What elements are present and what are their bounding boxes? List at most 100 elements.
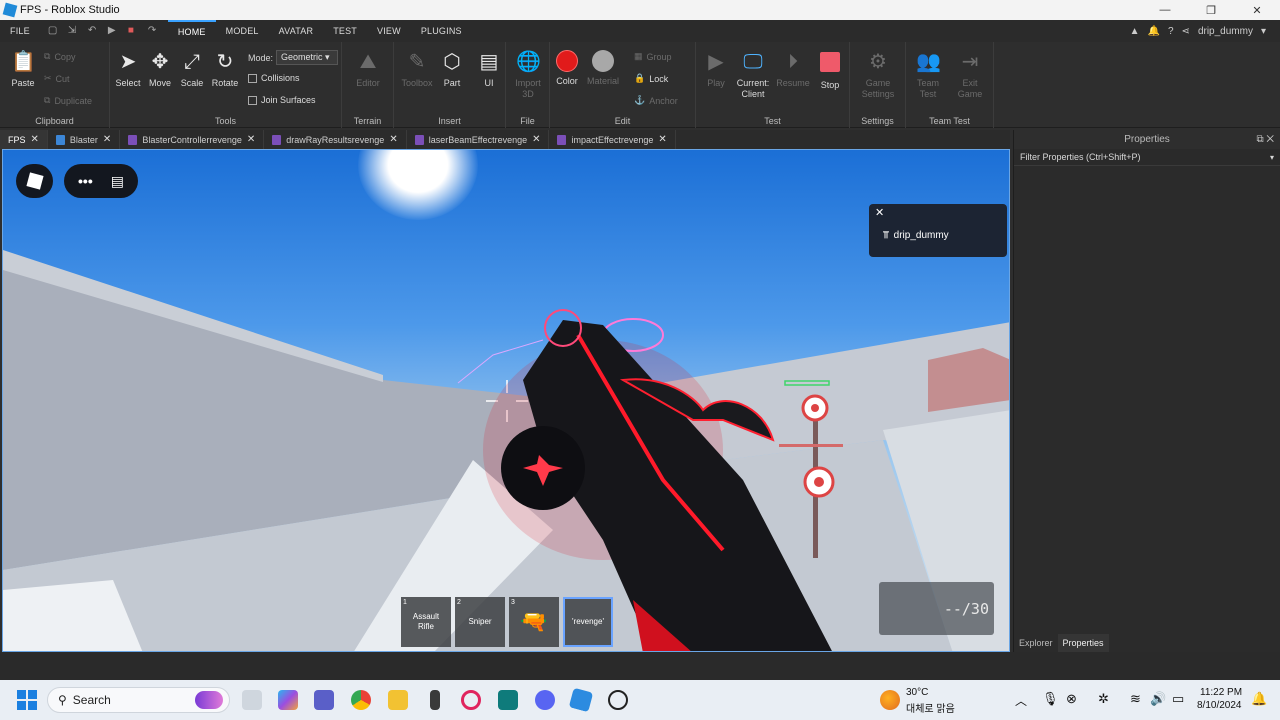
new-file-icon[interactable]: ▢ — [48, 25, 60, 37]
hotbar-slot-2[interactable]: 2 Sniper — [455, 597, 505, 647]
close-icon[interactable]: ✕ — [103, 134, 111, 145]
chrome-icon[interactable] — [351, 690, 371, 710]
import-3d-button[interactable]: 🌐 Import 3D — [508, 50, 548, 100]
redo-icon[interactable]: ↷ — [148, 25, 160, 37]
duplicate-button[interactable]: ⧉ Duplicate — [44, 95, 92, 106]
play-button[interactable]: ▶ Play — [696, 50, 736, 89]
roblox-menu-button[interactable] — [16, 164, 53, 198]
close-icon[interactable]: ✕ — [31, 134, 39, 145]
task-view-icon[interactable] — [242, 690, 262, 710]
app-icon[interactable] — [430, 690, 440, 710]
exit-game-button[interactable]: ⇥ Exit Game — [950, 50, 990, 100]
copy-button[interactable]: ⧉ Copy — [44, 51, 75, 62]
weather-icon[interactable] — [880, 690, 900, 710]
close-icon[interactable]: ✕ — [658, 134, 666, 145]
popout-icon[interactable]: ⧉ — [1256, 134, 1263, 145]
join-surfaces-checkbox[interactable] — [248, 95, 257, 105]
game-settings-button[interactable]: ⚙ Game Settings — [858, 50, 898, 100]
close-icon[interactable]: ✕ — [875, 206, 884, 219]
battery-icon[interactable]: ▭ — [1172, 691, 1184, 707]
play-quick-icon[interactable]: ▶ — [108, 25, 120, 37]
tab-plugins[interactable]: PLUGINS — [411, 26, 472, 36]
cut-button[interactable]: ✂ Cut — [44, 73, 70, 84]
close-button[interactable]: ✕ — [1234, 4, 1280, 17]
hotbar-slot-3[interactable]: 3 🔫 — [509, 597, 559, 647]
join-surfaces-toggle[interactable]: Join Surfaces — [248, 95, 316, 105]
tab-explorer[interactable]: Explorer — [1014, 634, 1058, 652]
tab-blastercontroller[interactable]: BlasterControllerrevenge ✕ — [120, 130, 265, 149]
user-name[interactable]: drip_dummy — [1198, 26, 1253, 37]
stop-button[interactable]: Stop — [810, 50, 850, 91]
clock-time[interactable]: 11:22 PM — [1200, 687, 1242, 698]
tab-model[interactable]: MODEL — [216, 26, 269, 36]
more-options-icon[interactable]: ••• — [78, 173, 93, 189]
collisions-checkbox[interactable] — [248, 73, 257, 83]
discord-icon[interactable] — [535, 690, 555, 710]
roblox-studio-taskbar-icon[interactable] — [568, 687, 594, 713]
notifications-icon[interactable]: 🔔 — [1148, 26, 1160, 37]
collapse-ribbon-icon[interactable]: ▲ — [1130, 26, 1140, 37]
tab-drawrayresults[interactable]: drawRayResultsrevenge ✕ — [264, 130, 407, 149]
chat-icon[interactable]: ▤ — [111, 173, 124, 190]
tab-view[interactable]: VIEW — [367, 26, 411, 36]
resume-button[interactable]: ⏵ Resume — [773, 50, 813, 89]
copilot-icon[interactable] — [278, 690, 298, 710]
tab-home[interactable]: HOME — [167, 20, 216, 42]
material-button[interactable]: Material — [583, 50, 623, 87]
file-explorer-icon[interactable] — [388, 690, 408, 710]
mode-value[interactable]: Geometric ▾ — [276, 50, 339, 65]
wifi-icon[interactable]: ≋ — [1130, 691, 1141, 707]
share-icon[interactable]: ⋖ — [1182, 26, 1190, 37]
help-icon[interactable]: ? — [1168, 26, 1174, 37]
close-icon[interactable]: ✕ — [532, 134, 540, 145]
tab-avatar[interactable]: AVATAR — [269, 26, 324, 36]
obs-icon[interactable] — [608, 690, 628, 710]
current-client-button[interactable]: 🖵 Current: Client — [733, 50, 773, 100]
tab-blaster[interactable]: Blaster ✕ — [48, 130, 121, 149]
filter-properties-input[interactable]: Filter Properties (Ctrl+Shift+P) ▾ — [1014, 149, 1280, 166]
ui-button[interactable]: ▤ UI — [469, 50, 509, 89]
app-teal-icon[interactable] — [498, 690, 518, 710]
tab-fps[interactable]: FPS ✕ — [0, 130, 48, 149]
hotbar-slot-1[interactable]: 1 Assault Rifle — [401, 597, 451, 647]
collisions-toggle[interactable]: Collisions — [248, 73, 300, 83]
more-chat-buttons[interactable]: ••• ▤ — [64, 164, 138, 198]
chevron-down-icon[interactable]: ▾ — [1261, 26, 1266, 37]
tab-impacteffect[interactable]: impactEffectrevenge ✕ — [549, 130, 676, 149]
tab-laserbeameffect[interactable]: laserBeamEffectrevenge ✕ — [407, 130, 550, 149]
stop-quick-icon[interactable]: ■ — [128, 25, 140, 37]
color-button[interactable]: Color — [547, 50, 587, 87]
close-icon[interactable]: ✕ — [389, 134, 397, 145]
clock-date[interactable]: 8/10/2024 — [1197, 700, 1242, 711]
opera-icon[interactable] — [461, 690, 481, 710]
tab-properties[interactable]: Properties — [1057, 634, 1109, 652]
volume-icon[interactable]: 🔊 — [1150, 691, 1166, 707]
paste-button[interactable]: 📋 Paste — [3, 50, 43, 89]
microphone-icon[interactable]: 🎙 — [1042, 691, 1059, 707]
notification-bell-icon[interactable]: 🔔 — [1251, 691, 1267, 707]
lock-button[interactable]: 🔒 Lock — [634, 73, 668, 84]
teams-icon[interactable] — [314, 690, 334, 710]
bug-icon[interactable]: ✲ — [1098, 691, 1109, 707]
chevron-down-icon[interactable]: ▾ — [1270, 149, 1274, 166]
windows-start-icon[interactable] — [17, 690, 37, 710]
toolbox-button[interactable]: ✎ Toolbox — [397, 50, 437, 89]
undo-icon[interactable]: ↶ — [88, 25, 100, 37]
game-viewport[interactable]: ••• ▤ ✕ ⫪ drip_dummy 1 Assault Rifle 2 S… — [2, 149, 1010, 652]
xbox-icon[interactable]: ⊗ — [1066, 691, 1077, 707]
terrain-editor-button[interactable]: ⛰ Editor — [348, 50, 388, 89]
anchor-button[interactable]: ⚓ Anchor — [634, 95, 678, 106]
minimize-button[interactable]: — — [1142, 4, 1188, 17]
menu-file[interactable]: FILE — [0, 26, 40, 36]
part-button[interactable]: ⬡ Part — [432, 50, 472, 89]
hotbar-slot-revenge[interactable]: 'revenge' — [563, 597, 613, 647]
tab-test[interactable]: TEST — [323, 26, 367, 36]
restore-button[interactable]: ❐ — [1188, 4, 1234, 17]
taskbar-search[interactable]: ⚲ Search — [47, 687, 230, 713]
chevron-up-icon[interactable]: ︿ — [1015, 692, 1027, 709]
open-file-icon[interactable]: ⇲ — [68, 25, 80, 37]
close-icon[interactable]: ✕ — [1266, 134, 1274, 145]
rotate-button[interactable]: ↻ Rotate — [205, 50, 245, 89]
team-test-button[interactable]: 👥 Team Test — [908, 50, 948, 100]
group-button[interactable]: ▦ Group — [634, 51, 672, 62]
